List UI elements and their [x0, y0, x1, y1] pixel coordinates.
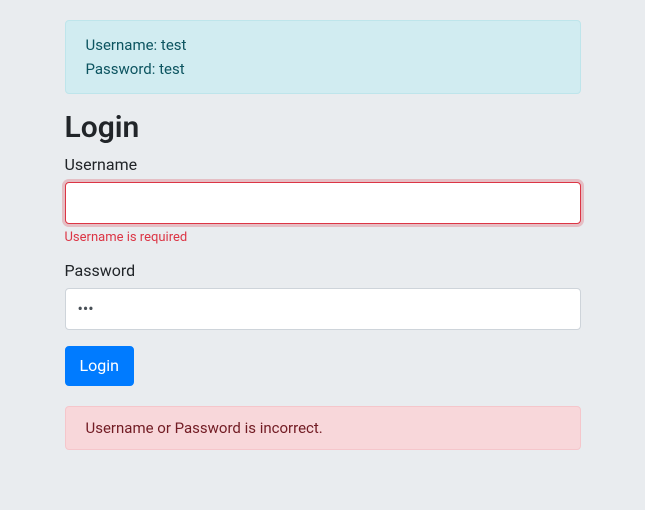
error-banner: Username or Password is incorrect. [65, 406, 581, 450]
username-label: Username [65, 155, 581, 174]
login-button[interactable]: Login [65, 346, 134, 386]
password-label: Password [65, 261, 581, 280]
login-container: Username: test Password: test Login User… [53, 20, 593, 450]
submit-group: Login [65, 346, 581, 386]
page-title: Login [65, 110, 581, 145]
username-input[interactable] [65, 182, 581, 224]
login-form: Username Username is required Password L… [65, 155, 581, 386]
info-line-password: Password: test [86, 57, 560, 81]
password-group: Password [65, 261, 581, 330]
password-input[interactable] [65, 288, 581, 330]
username-error: Username is required [65, 230, 581, 245]
username-group: Username Username is required [65, 155, 581, 245]
info-line-username: Username: test [86, 33, 560, 57]
info-banner: Username: test Password: test [65, 20, 581, 94]
